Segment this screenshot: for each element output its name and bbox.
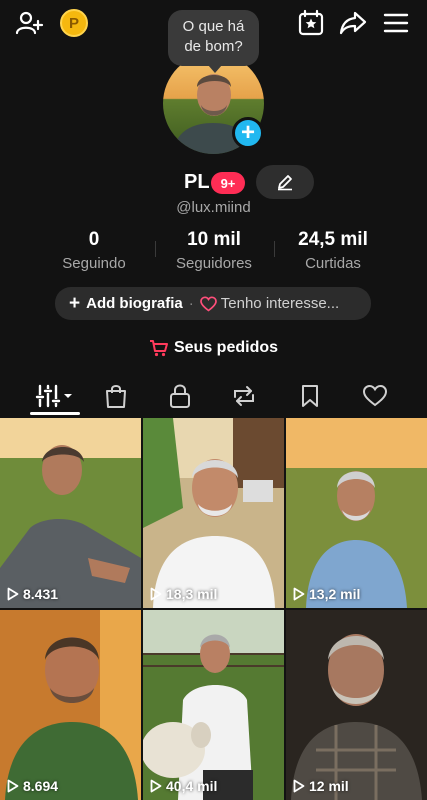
- video-thumbnail[interactable]: 8.431: [0, 418, 141, 608]
- video-thumbnail[interactable]: 13,2 mil: [286, 418, 427, 608]
- share-icon[interactable]: [338, 8, 368, 38]
- play-icon: [7, 587, 19, 601]
- name-row: PL 9+: [0, 165, 427, 199]
- bubble-line-2: de bom?: [184, 38, 243, 55]
- video-thumbnail[interactable]: 40,4 mil: [143, 610, 284, 800]
- video-thumbnail[interactable]: 8.694: [0, 610, 141, 800]
- tab-private[interactable]: [150, 378, 210, 414]
- orders-label: Seus pedidos: [173, 339, 279, 356]
- stat-followers[interactable]: 10 mil Seguidores: [160, 229, 268, 272]
- stat-followers-label: Seguidores: [176, 255, 252, 272]
- stat-followers-value: 10 mil: [187, 229, 241, 250]
- pencil-icon: [278, 175, 292, 191]
- status-bubble[interactable]: O que há de bom?: [168, 10, 259, 73]
- profile-stats: 0 Seguindo 10 mil Seguidores 24,5 mil Cu…: [0, 229, 427, 273]
- interests-label[interactable]: Tenho interesse...: [221, 295, 339, 312]
- add-story-button[interactable]: +: [232, 117, 264, 149]
- play-icon: [293, 587, 305, 601]
- coins-icon[interactable]: P: [60, 9, 88, 37]
- play-icon: [150, 587, 162, 601]
- view-count: 8.431: [23, 586, 59, 602]
- lock-icon: [170, 384, 190, 408]
- view-count: 18,3 mil: [166, 586, 218, 602]
- tab-liked[interactable]: [345, 378, 405, 414]
- edit-profile-button[interactable]: [256, 165, 314, 199]
- play-icon: [7, 779, 19, 793]
- bio-separator: ·: [188, 295, 194, 312]
- play-icon: [150, 779, 162, 793]
- heart-icon: [362, 384, 388, 407]
- cart-icon: [149, 338, 169, 358]
- video-thumbnail[interactable]: 18,3 mil: [143, 418, 284, 608]
- tab-videos[interactable]: [25, 378, 85, 414]
- tab-favorites[interactable]: [280, 378, 340, 414]
- stat-following-value: 0: [88, 229, 100, 250]
- add-friend-icon[interactable]: [14, 8, 44, 38]
- view-count: 13,2 mil: [309, 586, 361, 602]
- heart-icon: [199, 295, 217, 312]
- menu-icon[interactable]: [381, 8, 411, 38]
- bookmark-icon: [302, 385, 318, 407]
- bio-pill[interactable]: + Add biografia · Tenho interesse...: [55, 287, 371, 320]
- stat-likes[interactable]: 24,5 mil Curtidas: [279, 229, 387, 272]
- profile-name: PL: [184, 171, 210, 193]
- view-count: 40,4 mil: [166, 778, 218, 794]
- view-count: 12 mil: [309, 778, 349, 794]
- bubble-line-1: O que há: [182, 18, 245, 35]
- stat-divider: [155, 241, 156, 257]
- tab-shop[interactable]: [86, 378, 146, 414]
- plus-icon: +: [240, 119, 255, 146]
- notification-badge[interactable]: 9+: [211, 172, 245, 194]
- stat-likes-label: Curtidas: [305, 255, 361, 272]
- repost-icon: [234, 386, 254, 406]
- view-count: 8.694: [23, 778, 59, 794]
- tab-reposts[interactable]: [214, 378, 274, 414]
- grid-filter-icon: [35, 384, 72, 408]
- shopping-bag-icon: [106, 385, 126, 408]
- profile-handle: @lux.miind: [176, 199, 251, 216]
- play-icon: [293, 779, 305, 793]
- plus-icon: +: [69, 292, 81, 314]
- stat-following[interactable]: 0 Seguindo: [40, 229, 148, 272]
- stat-likes-value: 24,5 mil: [298, 229, 368, 250]
- video-thumbnail[interactable]: 12 mil: [286, 610, 427, 800]
- add-bio-label[interactable]: Add biografia: [86, 295, 183, 312]
- orders-link[interactable]: Seus pedidos: [0, 337, 427, 359]
- stat-following-label: Seguindo: [62, 255, 126, 272]
- calendar-star-icon[interactable]: [296, 8, 326, 38]
- video-grid: 8.431 18,3 mil 13,2 mil 8.694 40,4 mil 1…: [0, 418, 427, 800]
- active-tab-indicator: [30, 412, 80, 415]
- content-tabs: [0, 378, 427, 416]
- stat-divider: [274, 241, 275, 257]
